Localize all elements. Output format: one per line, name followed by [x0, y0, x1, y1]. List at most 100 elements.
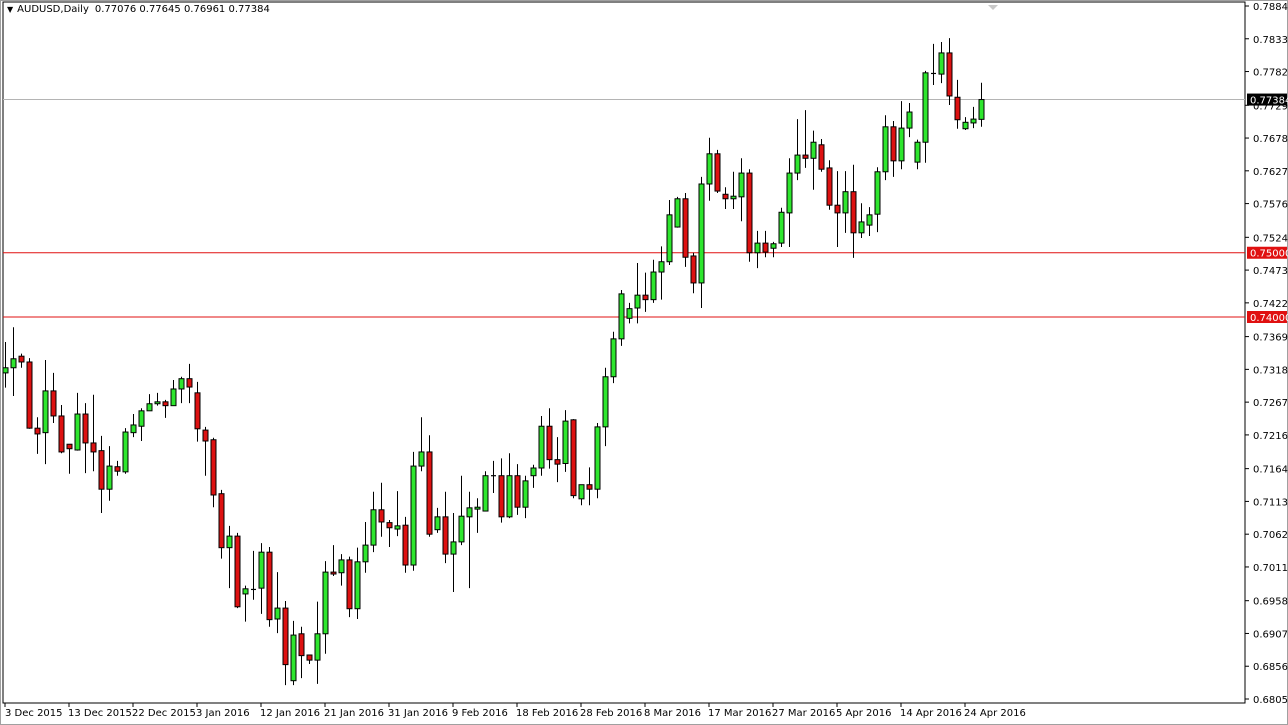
candle-body	[579, 485, 584, 499]
y-tick-label: 0.76275	[1253, 167, 1288, 178]
x-tick-label: 17 Mar 2016	[708, 708, 771, 719]
candle-body	[635, 295, 640, 308]
candle-body	[27, 362, 32, 428]
y-tick-label: 0.75240	[1253, 233, 1288, 244]
y-tick-label: 0.69075	[1253, 629, 1288, 640]
candle	[611, 332, 616, 383]
y-tick-label: 0.74220	[1253, 299, 1288, 310]
x-tick-label: 5 Apr 2016	[836, 708, 891, 719]
triangle-down-icon[interactable]: ▼	[7, 5, 13, 14]
candle-body	[139, 411, 144, 426]
x-tick-label: 24 Apr 2016	[964, 708, 1026, 719]
candle-body	[619, 294, 624, 339]
candle-body	[699, 184, 704, 283]
candle-body	[131, 425, 136, 433]
candle-body	[323, 572, 328, 634]
candle-body	[747, 173, 752, 253]
candle	[235, 533, 240, 608]
y-tick-label: 0.70110	[1253, 563, 1288, 574]
candle-body	[827, 168, 832, 205]
candle-body	[275, 608, 280, 619]
candle-body	[219, 494, 224, 548]
candle-body	[395, 526, 400, 529]
candle-body	[403, 525, 408, 565]
candle-body	[531, 468, 536, 476]
candle-body	[171, 389, 176, 406]
candle	[483, 471, 488, 511]
candle-body	[51, 391, 56, 416]
candle-body	[475, 507, 480, 509]
candle-body	[595, 427, 600, 489]
candle	[779, 208, 784, 247]
candle-body	[467, 508, 472, 517]
candle-body	[331, 572, 336, 574]
candle	[347, 557, 352, 617]
candle-body	[99, 451, 104, 490]
x-tick-label: 9 Feb 2016	[452, 708, 508, 719]
candle-body	[907, 112, 912, 128]
candle-body	[283, 608, 288, 665]
candle-body	[779, 212, 784, 243]
candle	[827, 160, 832, 209]
candle-body	[539, 426, 544, 468]
y-tick-label: 0.77820	[1253, 68, 1288, 79]
candle-body	[371, 510, 376, 545]
x-tick-label: 22 Dec 2015	[132, 708, 196, 719]
candle-body	[795, 155, 800, 173]
candle-body	[923, 73, 928, 142]
candle-body	[563, 421, 568, 463]
candle-body	[691, 256, 696, 283]
candle-body	[739, 173, 744, 197]
bid-price-label: 0.77384	[1250, 96, 1288, 107]
candle-body	[787, 173, 792, 213]
candle	[747, 169, 752, 262]
candle	[123, 428, 128, 474]
candle-body	[555, 460, 560, 464]
x-tick-label: 14 Apr 2016	[900, 708, 962, 719]
candle-body	[651, 272, 656, 300]
candle-body	[235, 536, 240, 607]
candle-body	[443, 517, 448, 554]
candle-body	[155, 402, 160, 404]
level-label: 0.74000	[1250, 313, 1288, 324]
candlestick-chart[interactable]: 0.788400.783300.778200.772950.767850.762…	[0, 0, 1288, 725]
candle-body	[379, 510, 384, 522]
x-tick-label: 21 Jan 2016	[324, 708, 384, 719]
candle-body	[179, 379, 184, 389]
y-tick-label: 0.73695	[1253, 333, 1288, 344]
candle	[619, 290, 624, 346]
ohlc-readout: 0.77076 0.77645 0.76961 0.77384	[95, 4, 270, 15]
candle-body	[955, 97, 960, 119]
y-tick-label: 0.71640	[1253, 465, 1288, 476]
candle-body	[667, 215, 672, 262]
candle-body	[947, 53, 952, 96]
candle-body	[915, 142, 920, 162]
candle-body	[19, 356, 24, 362]
candle-body	[523, 481, 528, 507]
candle-body	[963, 122, 968, 128]
candle-body	[427, 452, 432, 534]
candle-body	[571, 420, 576, 496]
candle-body	[363, 545, 368, 562]
candle-body	[731, 196, 736, 199]
candle	[675, 197, 680, 228]
candle-body	[771, 244, 776, 248]
candle-body	[211, 440, 216, 495]
candle-body	[315, 634, 320, 660]
time-axis: 3 Dec 201513 Dec 201522 Dec 20153 Jan 20…	[5, 703, 1026, 719]
candle-body	[835, 205, 840, 213]
candle-body	[123, 432, 128, 472]
candle-body	[411, 466, 416, 565]
candle-body	[267, 552, 272, 619]
y-tick-label: 0.71130	[1253, 497, 1288, 508]
candle-body	[3, 368, 8, 373]
candle-body	[387, 523, 392, 528]
candle-body	[811, 142, 816, 158]
x-tick-label: 3 Jan 2016	[196, 708, 250, 719]
candle-body	[203, 430, 208, 441]
candle-body	[803, 155, 808, 158]
y-tick-label: 0.72165	[1253, 431, 1288, 442]
candle-body	[83, 414, 88, 443]
y-tick-label: 0.70620	[1253, 530, 1288, 541]
x-tick-label: 12 Jan 2016	[260, 708, 320, 719]
